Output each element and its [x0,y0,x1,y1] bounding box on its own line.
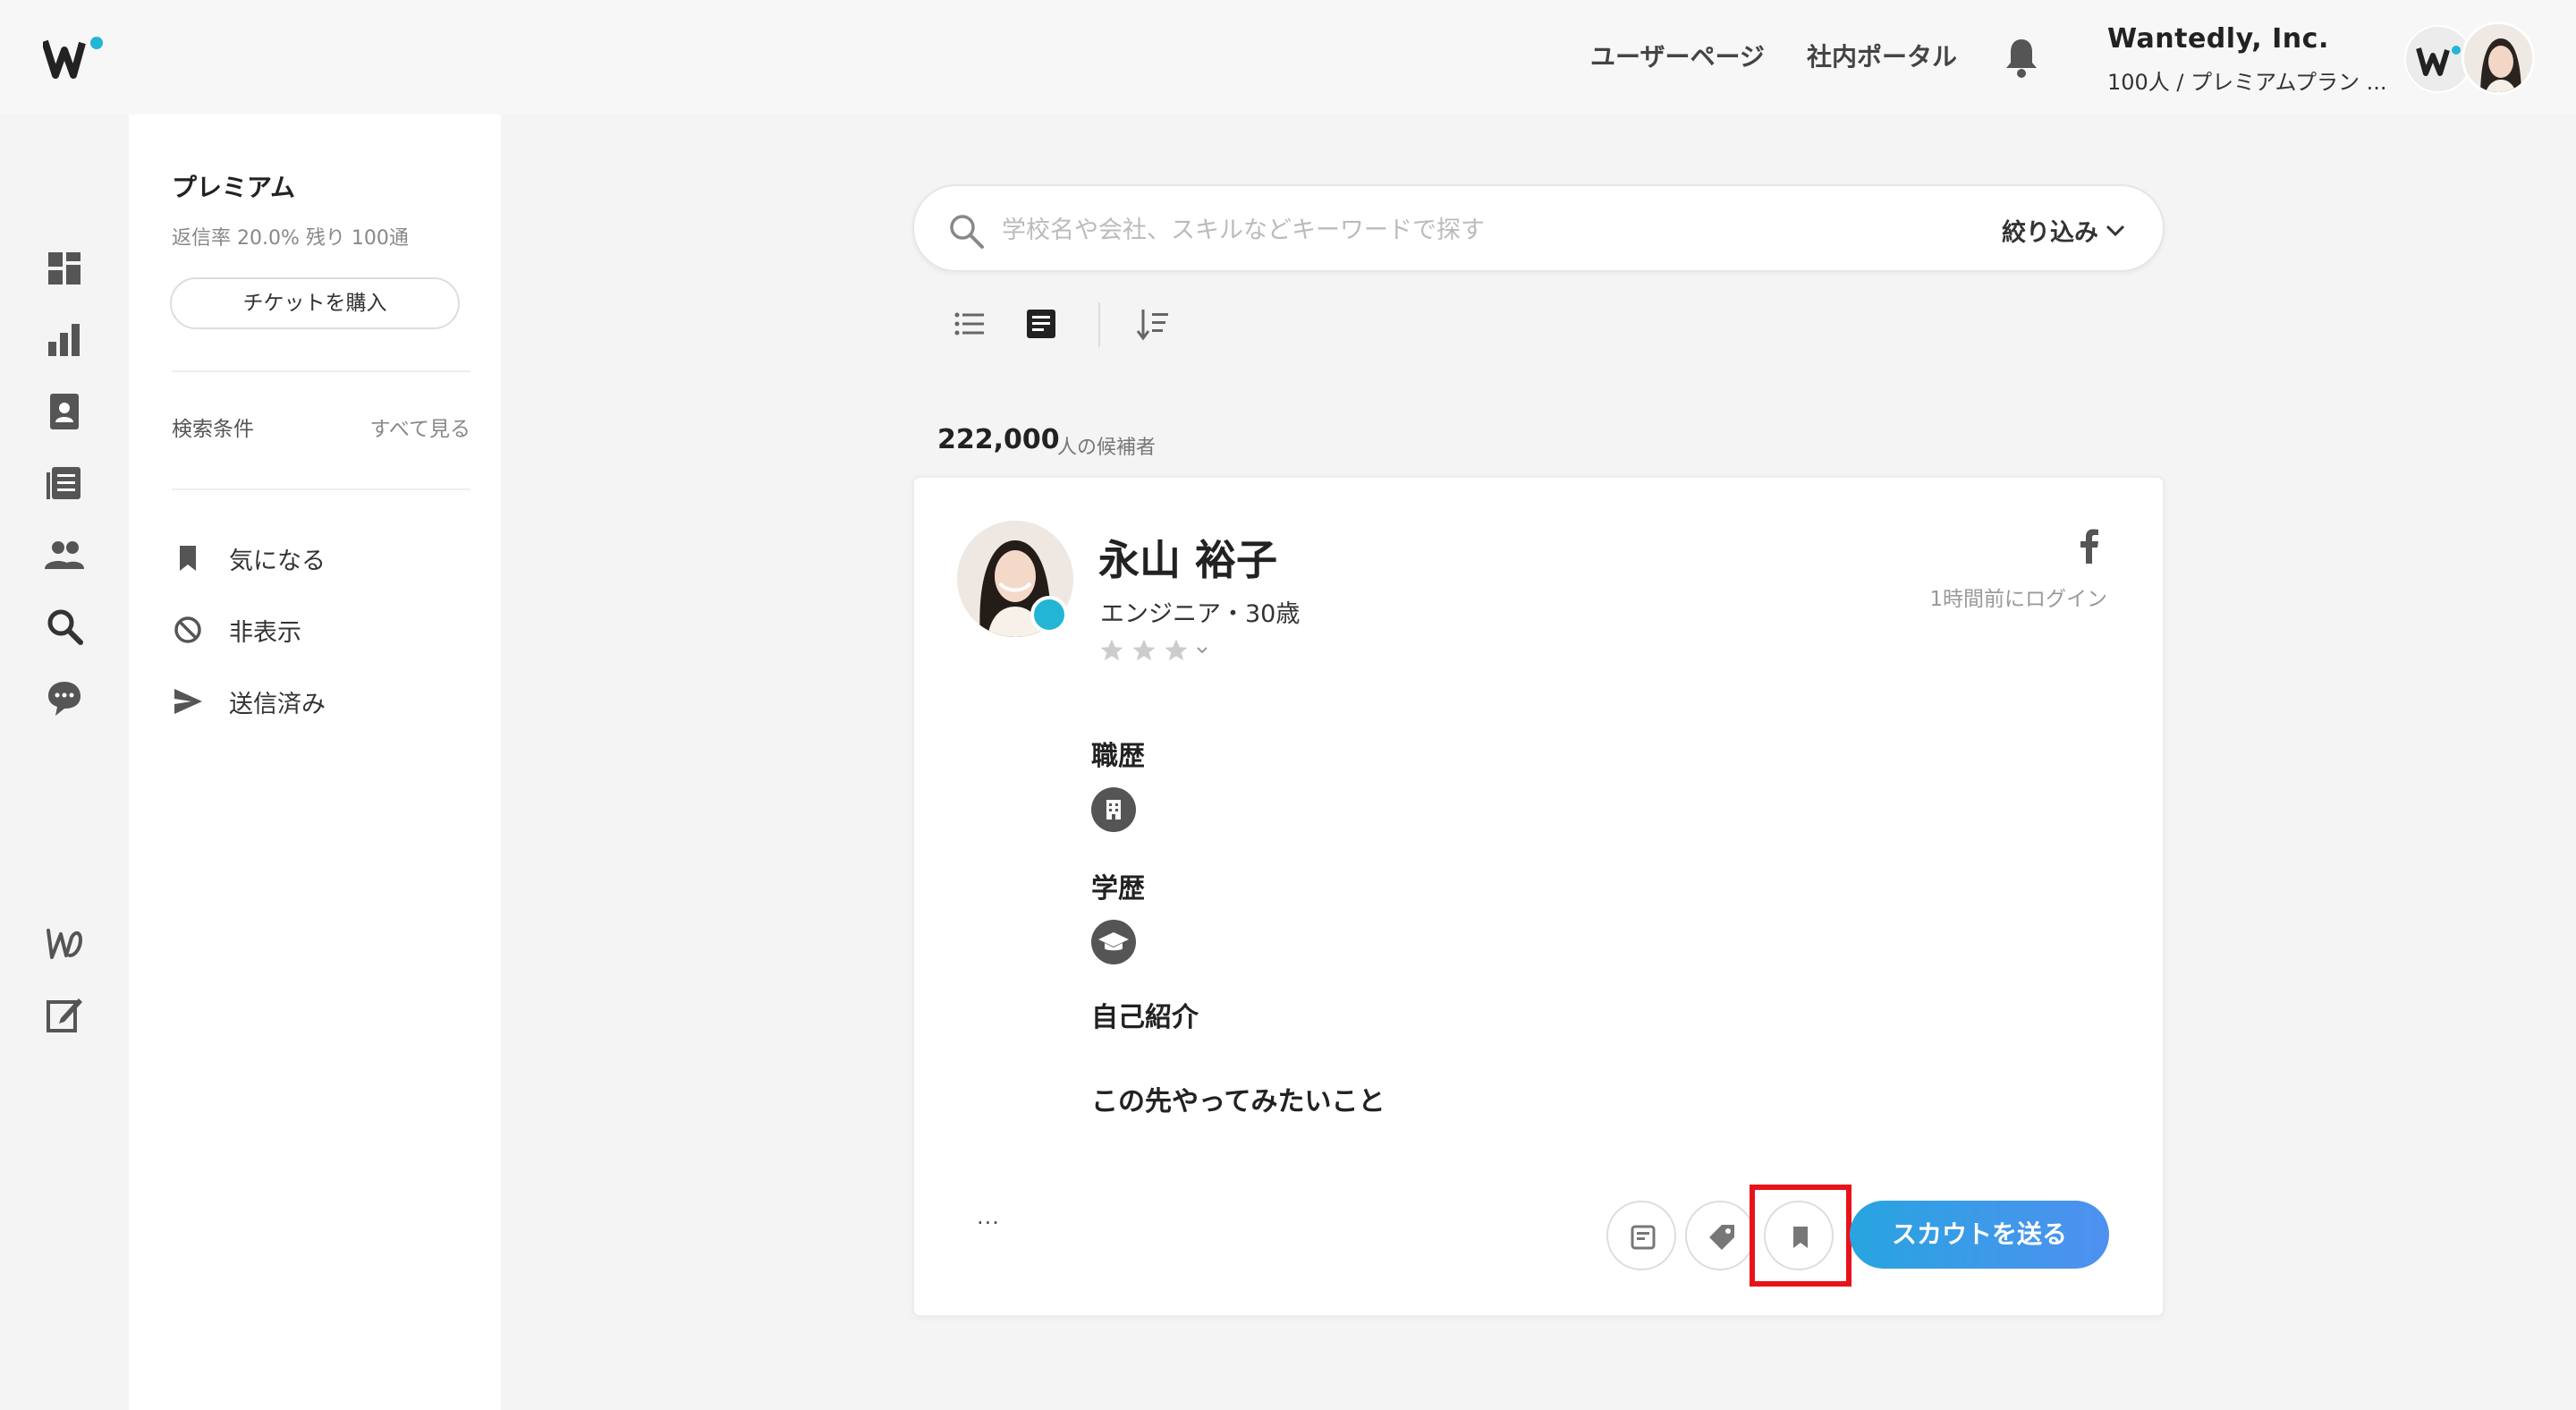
candidate-subtitle: エンジニア・30歳 [1100,600,1301,628]
hidden-icon [174,616,201,643]
sort-icon[interactable] [1134,304,1174,344]
articles-icon[interactable] [43,462,86,505]
tag-icon [1709,1225,1734,1250]
bell-icon[interactable] [2002,36,2041,79]
star-icon[interactable] [1163,637,1190,664]
card-view-icon[interactable] [1021,304,1061,344]
more-options-button[interactable]: ... [977,1204,1000,1229]
career-heading: 職歴 [1091,741,1145,772]
plan-title: プレミアム [172,173,296,202]
edit-icon[interactable] [43,993,86,1036]
portal-link[interactable]: 社内ポータル [1807,38,1957,73]
sent-icon [174,689,202,714]
intro-heading: 自己紹介 [1091,1002,1199,1033]
analytics-icon[interactable] [43,319,86,361]
building-icon [1091,787,1136,832]
bookmark-icon [180,546,196,571]
user-avatar[interactable] [2462,21,2535,95]
send-scout-button[interactable]: スカウトを送る [1850,1201,2109,1269]
buy-ticket-button[interactable]: チケットを購入 [170,277,460,329]
search-conditions-label: 検索条件 [172,418,254,441]
sidebar-item-label: 非表示 [229,618,301,647]
chat-icon[interactable] [43,676,86,719]
divider [1098,302,1100,347]
divider [172,488,470,490]
memo-icon [1631,1225,1656,1250]
sidebar-item-hidden[interactable]: 非表示 [172,612,301,648]
sidebar-item-bookmarked[interactable]: 気になる [172,540,326,576]
company-plan: 100人 / プレミアムプラン ... [2107,70,2387,95]
search-bar: 絞り込み [912,184,2165,272]
tag-button[interactable] [1685,1201,1755,1270]
result-count: 222,000 [937,424,1060,455]
search-icon [950,215,984,249]
sidebar-item-sent[interactable]: 送信済み [172,684,326,719]
sidebar-item-label: 送信済み [229,690,326,718]
top-header: ユーザーページ 社内ポータル Wantedly, Inc. 100人 / プレミ… [0,0,2576,115]
rating-stars[interactable] [1098,637,1209,664]
wantedly-logo[interactable] [43,34,106,81]
graduation-cap-icon [1091,920,1136,964]
sidebar-item-label: 気になる [229,547,326,575]
star-icon[interactable] [1131,637,1157,664]
result-count-suffix: 人の候補者 [1057,437,1157,459]
filter-button[interactable]: 絞り込み [2002,213,2125,248]
see-all-link[interactable]: すべて見る [370,412,470,442]
chevron-down-icon [2106,225,2125,236]
sidebar-panel: プレミアム 返信率 20.0% 残り 100通 チケットを購入 検索条件 すべて… [129,115,501,1410]
wants-heading: この先やってみたいこと [1091,1086,1385,1117]
highlight-box [1750,1185,1852,1287]
profile-icon[interactable] [43,390,86,433]
company-name[interactable]: Wantedly, Inc. [2107,23,2329,55]
search-icon[interactable] [43,605,86,648]
user-photo [2464,24,2532,92]
list-view-icon[interactable] [950,304,989,344]
online-status-badge [1030,596,1068,633]
candidate-card[interactable]: 永山 裕子 エンジニア・30歳 1時間前にログイン 職歴 学歴 自己紹介 この先… [912,476,2165,1317]
dashboard-icon[interactable] [43,247,86,290]
memo-button[interactable] [1606,1201,1676,1270]
plan-stats: 返信率 20.0% 残り 100通 [172,227,409,250]
wantedly-icon[interactable] [43,922,86,964]
chevron-down-icon[interactable] [1195,645,1209,656]
education-heading: 学歴 [1091,873,1145,905]
last-login: 1時間前にログイン [1929,588,2107,611]
facebook-icon[interactable] [2077,528,2100,564]
star-icon[interactable] [1098,637,1125,664]
filter-label: 絞り込み [2002,219,2098,247]
search-input[interactable] [1002,208,1941,252]
candidate-name[interactable]: 永山 裕子 [1098,528,1277,587]
user-page-link[interactable]: ユーザーページ [1590,38,1765,73]
divider [172,370,470,372]
people-icon[interactable] [43,533,86,576]
